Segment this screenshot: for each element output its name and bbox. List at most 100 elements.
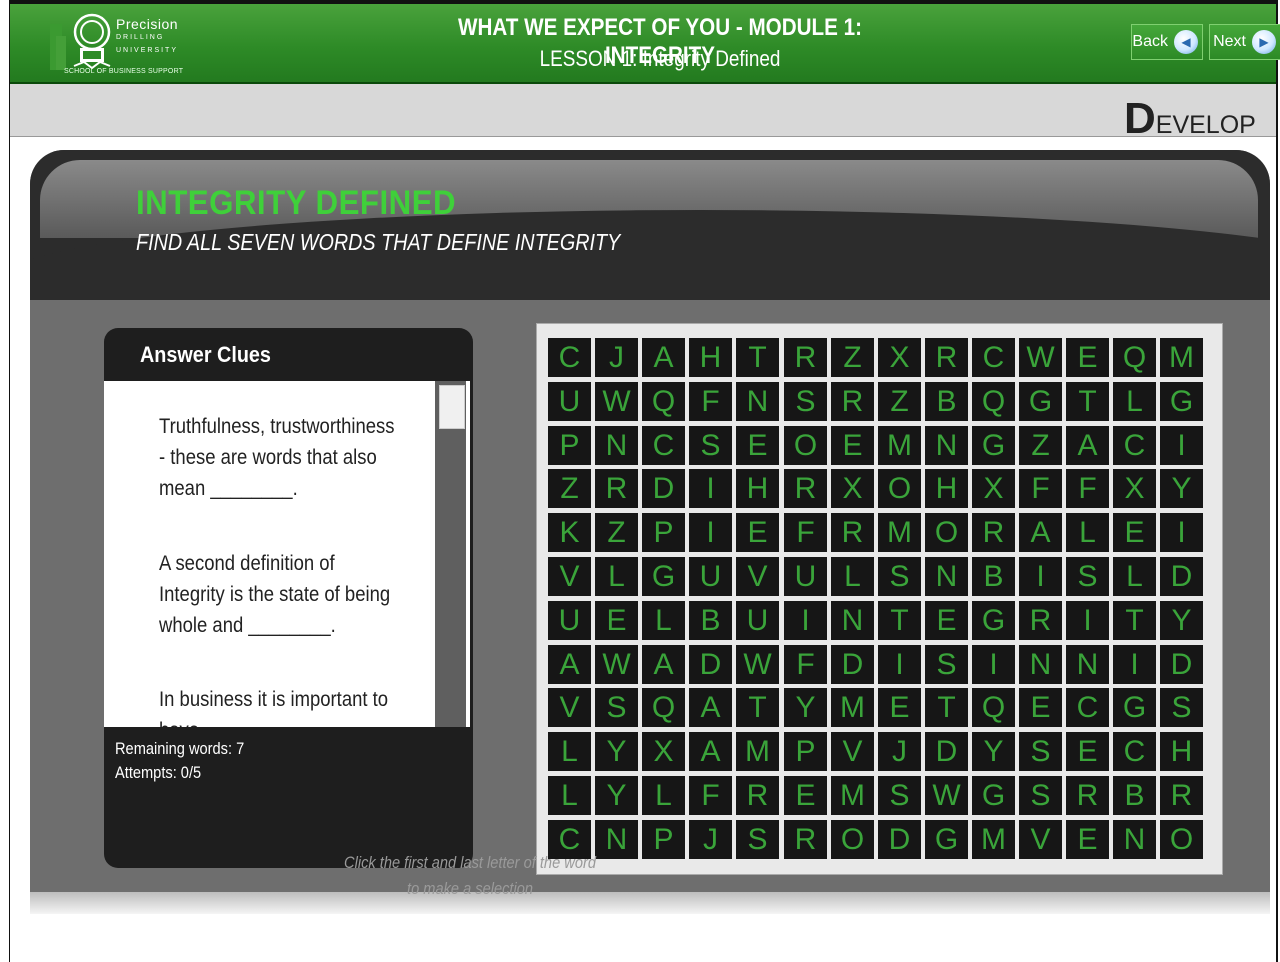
grid-cell[interactable]: Q bbox=[642, 688, 685, 727]
grid-cell[interactable]: N bbox=[1113, 820, 1156, 859]
grid-cell[interactable]: J bbox=[595, 338, 638, 377]
grid-cell[interactable]: L bbox=[1066, 513, 1109, 552]
grid-cell[interactable]: W bbox=[595, 382, 638, 421]
grid-cell[interactable]: L bbox=[642, 776, 685, 815]
grid-cell[interactable]: W bbox=[1019, 338, 1062, 377]
grid-cell[interactable]: M bbox=[831, 688, 874, 727]
grid-cell[interactable]: R bbox=[831, 382, 874, 421]
grid-cell[interactable]: E bbox=[1066, 820, 1109, 859]
grid-cell[interactable]: S bbox=[1019, 732, 1062, 771]
grid-cell[interactable]: B bbox=[689, 601, 732, 640]
grid-cell[interactable]: I bbox=[1160, 426, 1203, 465]
grid-cell[interactable]: F bbox=[689, 776, 732, 815]
grid-cell[interactable]: Y bbox=[972, 732, 1015, 771]
grid-cell[interactable]: I bbox=[689, 469, 732, 508]
grid-cell[interactable]: O bbox=[925, 513, 968, 552]
grid-cell[interactable]: V bbox=[548, 557, 591, 596]
grid-cell[interactable]: E bbox=[1019, 688, 1062, 727]
grid-cell[interactable]: W bbox=[595, 645, 638, 684]
grid-cell[interactable]: C bbox=[548, 338, 591, 377]
grid-cell[interactable]: Z bbox=[1019, 426, 1062, 465]
grid-cell[interactable]: G bbox=[1160, 382, 1203, 421]
grid-cell[interactable]: N bbox=[925, 557, 968, 596]
grid-cell[interactable]: N bbox=[1066, 645, 1109, 684]
grid-cell[interactable]: G bbox=[925, 820, 968, 859]
grid-cell[interactable]: G bbox=[1019, 382, 1062, 421]
grid-cell[interactable]: I bbox=[1066, 601, 1109, 640]
grid-cell[interactable]: L bbox=[1113, 557, 1156, 596]
grid-cell[interactable]: Z bbox=[831, 338, 874, 377]
grid-cell[interactable]: E bbox=[736, 426, 779, 465]
grid-cell[interactable]: S bbox=[736, 820, 779, 859]
grid-cell[interactable]: F bbox=[784, 513, 827, 552]
grid-cell[interactable]: Q bbox=[972, 382, 1015, 421]
grid-cell[interactable]: A bbox=[548, 645, 591, 684]
grid-cell[interactable]: T bbox=[1066, 382, 1109, 421]
grid-cell[interactable]: C bbox=[642, 426, 685, 465]
grid-cell[interactable]: L bbox=[548, 732, 591, 771]
grid-cell[interactable]: W bbox=[736, 645, 779, 684]
grid-cell[interactable]: I bbox=[689, 513, 732, 552]
grid-cell[interactable]: A bbox=[689, 732, 732, 771]
grid-cell[interactable]: B bbox=[925, 382, 968, 421]
grid-cell[interactable]: D bbox=[831, 645, 874, 684]
grid-cell[interactable]: D bbox=[689, 645, 732, 684]
grid-cell[interactable]: H bbox=[736, 469, 779, 508]
grid-cell[interactable]: T bbox=[878, 601, 921, 640]
grid-cell[interactable]: Y bbox=[1160, 601, 1203, 640]
grid-cell[interactable]: E bbox=[595, 601, 638, 640]
grid-cell[interactable]: V bbox=[831, 732, 874, 771]
grid-cell[interactable]: F bbox=[1019, 469, 1062, 508]
grid-cell[interactable]: V bbox=[1019, 820, 1062, 859]
grid-cell[interactable]: F bbox=[784, 645, 827, 684]
grid-cell[interactable]: L bbox=[1113, 382, 1156, 421]
grid-cell[interactable]: U bbox=[736, 601, 779, 640]
back-button[interactable]: Back ◀ bbox=[1131, 24, 1203, 60]
clues-scrollbar[interactable] bbox=[435, 381, 466, 727]
grid-cell[interactable]: I bbox=[1113, 645, 1156, 684]
grid-cell[interactable]: P bbox=[642, 513, 685, 552]
grid-cell[interactable]: S bbox=[689, 426, 732, 465]
grid-cell[interactable]: U bbox=[784, 557, 827, 596]
grid-cell[interactable]: S bbox=[1160, 688, 1203, 727]
grid-cell[interactable]: H bbox=[1160, 732, 1203, 771]
grid-cell[interactable]: E bbox=[831, 426, 874, 465]
grid-cell[interactable]: G bbox=[972, 776, 1015, 815]
grid-cell[interactable]: R bbox=[595, 469, 638, 508]
grid-cell[interactable]: D bbox=[642, 469, 685, 508]
grid-cell[interactable]: S bbox=[925, 645, 968, 684]
grid-cell[interactable]: X bbox=[642, 732, 685, 771]
clues-scroll-thumb[interactable] bbox=[439, 385, 465, 429]
grid-cell[interactable]: N bbox=[736, 382, 779, 421]
grid-cell[interactable]: S bbox=[784, 382, 827, 421]
grid-cell[interactable]: A bbox=[689, 688, 732, 727]
grid-cell[interactable]: I bbox=[1019, 557, 1062, 596]
grid-cell[interactable]: M bbox=[878, 426, 921, 465]
grid-cell[interactable]: U bbox=[548, 601, 591, 640]
grid-cell[interactable]: S bbox=[1066, 557, 1109, 596]
grid-cell[interactable]: V bbox=[548, 688, 591, 727]
grid-cell[interactable]: N bbox=[595, 820, 638, 859]
grid-cell[interactable]: G bbox=[972, 426, 1015, 465]
grid-cell[interactable]: H bbox=[689, 338, 732, 377]
grid-cell[interactable]: X bbox=[831, 469, 874, 508]
grid-cell[interactable]: G bbox=[972, 601, 1015, 640]
grid-cell[interactable]: R bbox=[784, 820, 827, 859]
grid-cell[interactable]: N bbox=[925, 426, 968, 465]
grid-cell[interactable]: E bbox=[736, 513, 779, 552]
grid-cell[interactable]: M bbox=[878, 513, 921, 552]
grid-cell[interactable]: R bbox=[831, 513, 874, 552]
grid-cell[interactable]: F bbox=[689, 382, 732, 421]
grid-cell[interactable]: U bbox=[689, 557, 732, 596]
grid-cell[interactable]: M bbox=[831, 776, 874, 815]
grid-cell[interactable]: O bbox=[1160, 820, 1203, 859]
grid-cell[interactable]: E bbox=[1066, 732, 1109, 771]
grid-cell[interactable]: Q bbox=[972, 688, 1015, 727]
grid-cell[interactable]: R bbox=[1019, 601, 1062, 640]
grid-cell[interactable]: P bbox=[784, 732, 827, 771]
grid-cell[interactable]: I bbox=[972, 645, 1015, 684]
grid-cell[interactable]: Y bbox=[595, 732, 638, 771]
grid-cell[interactable]: S bbox=[878, 776, 921, 815]
grid-cell[interactable]: Z bbox=[595, 513, 638, 552]
grid-cell[interactable]: E bbox=[1113, 513, 1156, 552]
